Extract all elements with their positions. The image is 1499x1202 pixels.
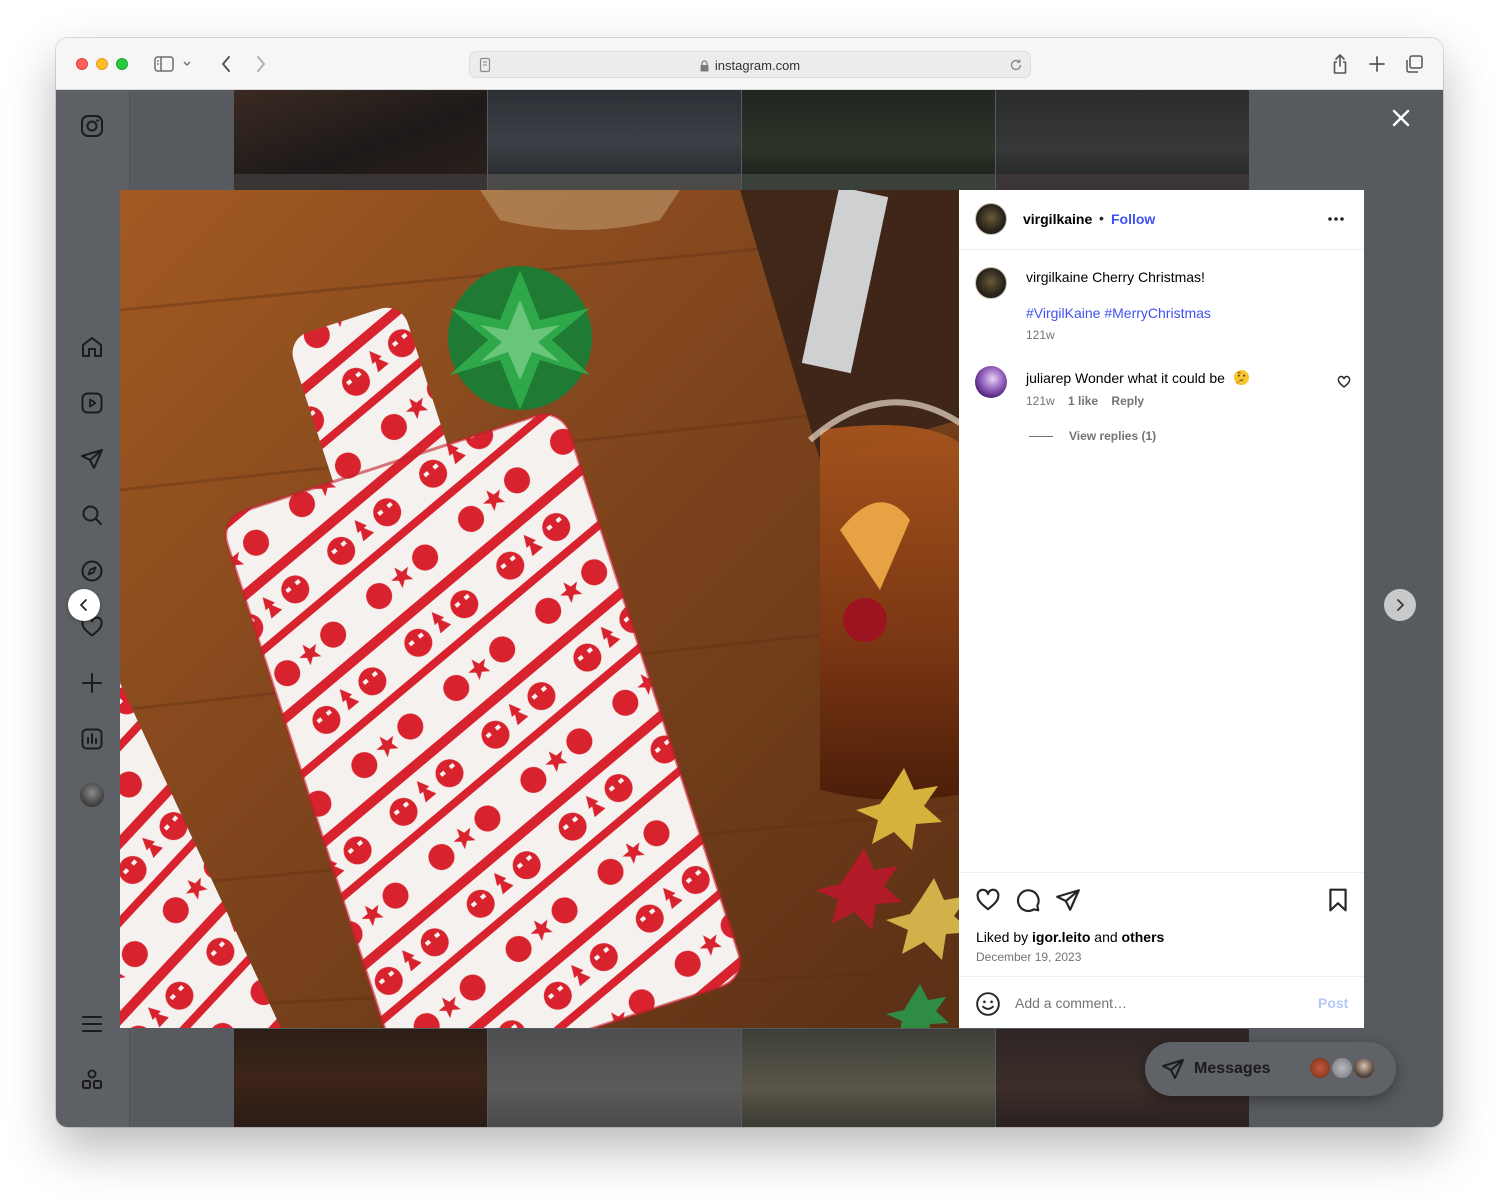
- chevron-down-icon[interactable]: [180, 52, 194, 76]
- emoji-icon[interactable]: [975, 991, 1001, 1017]
- liked-by-others[interactable]: others: [1122, 929, 1165, 945]
- thinking-face-emoji: [1233, 369, 1249, 386]
- separator-dot: •: [1099, 210, 1104, 226]
- reload-icon[interactable]: [1008, 57, 1024, 73]
- address-bar[interactable]: instagram.com: [469, 51, 1031, 78]
- messages-label: Messages: [1194, 1060, 1271, 1077]
- grid-post-thumbnail[interactable]: [996, 174, 1249, 190]
- browser-toolbar: instagram.com: [56, 38, 1443, 90]
- grid-post-thumbnail[interactable]: [234, 90, 487, 174]
- liked-by-prefix: Liked by: [976, 929, 1029, 945]
- share-post-icon[interactable]: [1055, 887, 1081, 913]
- message-avatar: [1352, 1056, 1376, 1080]
- grid-post-thumbnail[interactable]: [488, 90, 741, 174]
- zoom-window-button[interactable]: [116, 58, 128, 70]
- message-avatar: [1308, 1056, 1332, 1080]
- post-actions: Liked by igor.leito and others December …: [959, 872, 1364, 976]
- home-icon[interactable]: [78, 333, 106, 361]
- more-options-icon[interactable]: [1325, 208, 1347, 230]
- apps-icon[interactable]: [78, 1066, 106, 1094]
- caption-text: Cherry Christmas!: [1092, 269, 1205, 285]
- comment-timestamp[interactable]: 121w: [1026, 394, 1055, 408]
- grid-post-thumbnail[interactable]: [742, 174, 995, 190]
- direct-icon: [1161, 1057, 1185, 1081]
- grid-post-thumbnail[interactable]: [488, 1029, 741, 1127]
- chevron-right-icon: [1397, 599, 1404, 611]
- explore-icon[interactable]: [78, 557, 106, 585]
- post-date[interactable]: December 19, 2023: [976, 950, 1081, 964]
- post-header: virgilkaine • Follow: [959, 190, 1364, 250]
- profile-grid-row: [234, 1029, 1249, 1127]
- grid-post-thumbnail[interactable]: [742, 1029, 995, 1127]
- browser-window: instagram.com virgilkaine • Follow virgi…: [56, 38, 1443, 1127]
- chevron-left-icon: [80, 599, 87, 611]
- liked-by-and: and: [1094, 929, 1118, 945]
- bookmark-icon[interactable]: [1325, 887, 1351, 913]
- comment-icon[interactable]: [1015, 887, 1041, 913]
- search-icon[interactable]: [78, 501, 106, 529]
- post-comment-button[interactable]: Post: [1318, 995, 1348, 1011]
- grid-post-thumbnail[interactable]: [742, 90, 995, 174]
- create-icon[interactable]: [78, 669, 106, 697]
- close-window-button[interactable]: [76, 58, 88, 70]
- liked-by-user[interactable]: igor.leito: [1032, 929, 1090, 945]
- post-image[interactable]: [120, 190, 959, 1028]
- direct-icon[interactable]: [78, 445, 106, 473]
- profile-grid-row: [234, 174, 1249, 190]
- caption-username[interactable]: virgilkaine: [1026, 269, 1088, 285]
- post-details-panel: virgilkaine • Follow virgilkaine Cherry …: [959, 190, 1364, 1028]
- caption: virgilkaine Cherry Christmas!: [1026, 269, 1205, 285]
- close-icon[interactable]: [1389, 106, 1413, 130]
- lock-icon: [700, 60, 709, 72]
- profile-grid-row: [234, 90, 1249, 174]
- sidebar-toggle-icon[interactable]: [152, 52, 176, 76]
- reels-icon[interactable]: [78, 389, 106, 417]
- menu-icon[interactable]: [78, 1010, 106, 1038]
- comment-username[interactable]: juliarep: [1026, 370, 1071, 386]
- messages-button[interactable]: Messages: [1145, 1042, 1396, 1096]
- like-icon[interactable]: [975, 887, 1001, 913]
- owner-avatar[interactable]: [975, 203, 1007, 235]
- comment-likes[interactable]: 1 like: [1068, 394, 1098, 408]
- comment: juliarep Wonder what it could be: [1026, 369, 1250, 386]
- previous-post-button[interactable]: [68, 589, 100, 621]
- insights-icon[interactable]: [78, 725, 106, 753]
- message-avatar: [1330, 1056, 1354, 1080]
- liked-by: Liked by igor.leito and others: [976, 929, 1164, 945]
- follow-button[interactable]: Follow: [1111, 211, 1155, 227]
- caption-timestamp[interactable]: 121w: [1026, 328, 1055, 342]
- view-replies-line: [1029, 436, 1053, 437]
- comment-input[interactable]: [1015, 990, 1295, 1016]
- comment-like-icon[interactable]: [1337, 375, 1351, 389]
- comment-text: Wonder what it could be: [1075, 370, 1225, 386]
- grid-post-thumbnail[interactable]: [488, 174, 741, 190]
- caption-hashtags[interactable]: #VirgilKaine #MerryChristmas: [1026, 305, 1211, 321]
- tab-overview-icon[interactable]: [1402, 52, 1426, 76]
- minimize-window-button[interactable]: [96, 58, 108, 70]
- new-tab-icon[interactable]: [1365, 52, 1389, 76]
- back-icon[interactable]: [214, 52, 238, 76]
- caption-avatar[interactable]: [975, 267, 1007, 299]
- share-icon[interactable]: [1328, 52, 1352, 76]
- owner-username[interactable]: virgilkaine: [1023, 211, 1092, 227]
- instagram-logo-icon[interactable]: [78, 112, 106, 140]
- commenter-avatar[interactable]: [975, 366, 1007, 398]
- instagram-page: virgilkaine • Follow virgilkaine Cherry …: [56, 90, 1443, 1127]
- grid-post-thumbnail[interactable]: [234, 174, 487, 190]
- grid-post-thumbnail[interactable]: [234, 1029, 487, 1127]
- reply-button[interactable]: Reply: [1111, 394, 1144, 408]
- comment-meta: 121w 1 like Reply: [1026, 394, 1144, 408]
- url-text: instagram.com: [714, 58, 801, 73]
- next-post-button[interactable]: [1384, 589, 1416, 621]
- forward-icon[interactable]: [249, 52, 273, 76]
- profile-avatar[interactable]: [78, 781, 106, 809]
- view-replies-button[interactable]: View replies (1): [1069, 429, 1156, 443]
- grid-post-thumbnail[interactable]: [996, 90, 1249, 174]
- comment-bar: Post: [959, 976, 1364, 1028]
